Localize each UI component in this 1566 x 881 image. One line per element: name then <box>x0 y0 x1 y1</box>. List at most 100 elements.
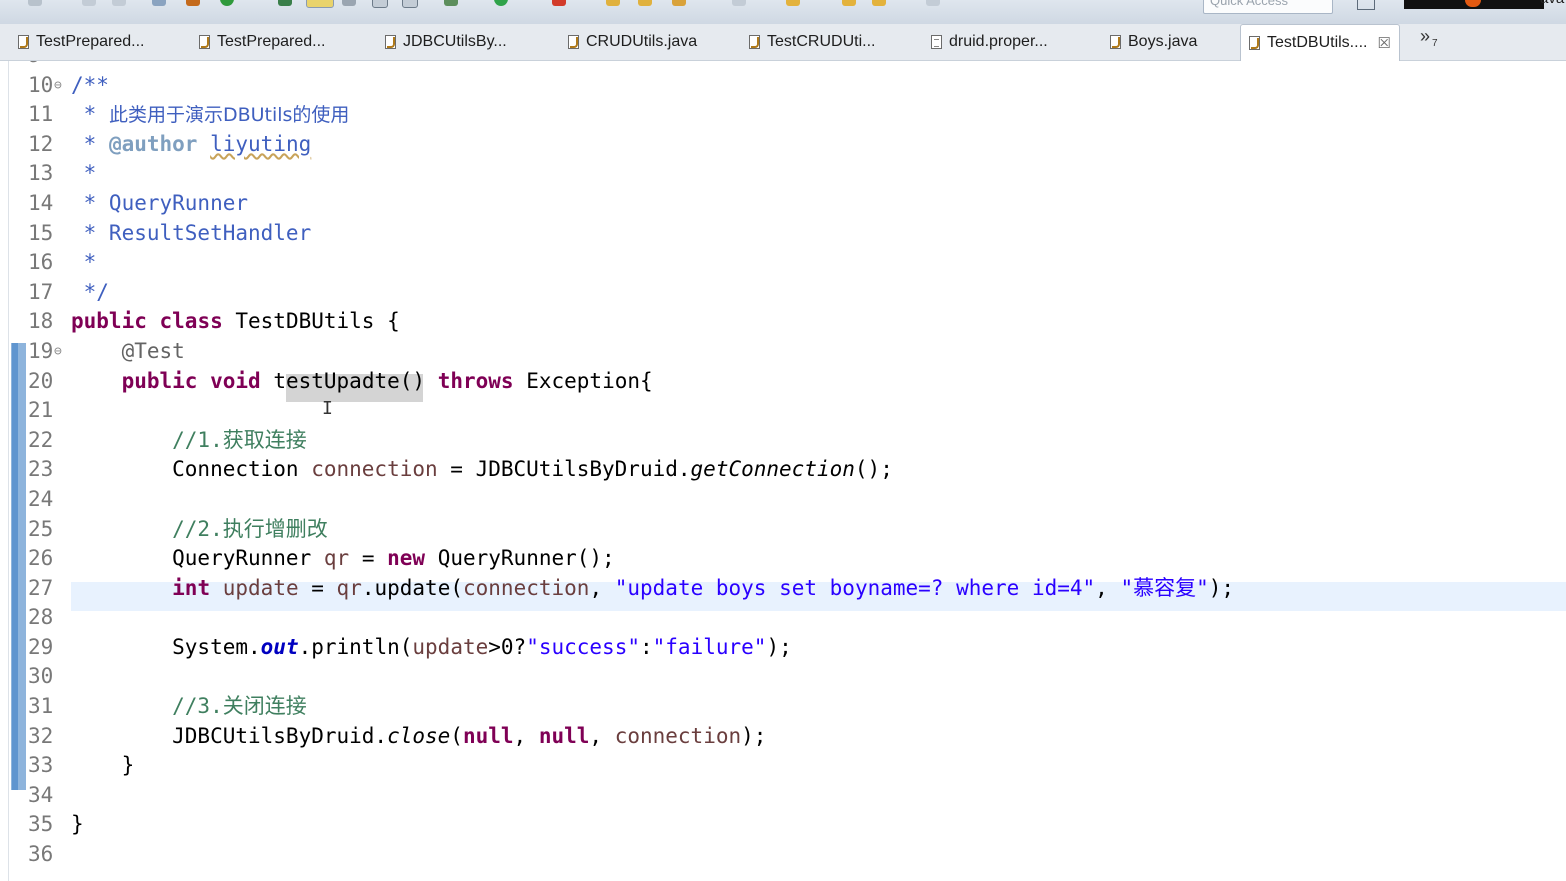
tab-overflow-count: 7 <box>1432 38 1438 49</box>
line-number: 10 ⊖ <box>0 71 68 101</box>
code-line: */ <box>71 279 109 304</box>
forward-icon[interactable] <box>872 0 886 6</box>
java-file-icon <box>199 35 210 49</box>
tool-icon[interactable] <box>342 0 356 6</box>
tab-label: CRUDUtils.java <box>586 33 698 50</box>
tab-testdbutils[interactable]: TestDBUtils.... ☒ <box>1240 24 1400 61</box>
open-folder-icon[interactable] <box>606 0 620 6</box>
save-icon[interactable] <box>82 0 96 6</box>
line-number: 34 <box>28 782 54 807</box>
java-file-icon <box>1249 36 1260 50</box>
tab-testcrudutils[interactable]: TestCRUDUti... <box>749 24 875 60</box>
tab-testprepared-1[interactable]: TestPrepared... <box>18 24 145 60</box>
code-editor[interactable]: 9 10⊖ 11 12 13 14 15 16 17 18 19⊖ 20 21 … <box>0 61 1566 881</box>
tab-boys[interactable]: Boys.java <box>1110 24 1197 60</box>
code-area[interactable]: /** * 此类用于演示DBUtils的使用 * @author liyutin… <box>71 61 1561 870</box>
editor-tab-bar: TestPrepared... TestPrepared... JDBCUtil… <box>0 24 1566 61</box>
line-number: 21 <box>28 398 54 423</box>
line-number: 26 <box>28 546 54 571</box>
next-annotation-icon[interactable] <box>786 0 800 6</box>
tab-label: TestCRUDUti... <box>767 33 876 50</box>
java-file-icon <box>568 35 579 49</box>
tab-overflow-chevron-icon[interactable]: » <box>1420 26 1430 47</box>
tab-crudutils[interactable]: CRUDUtils.java <box>568 24 697 60</box>
save-all-icon[interactable] <box>112 0 126 6</box>
line-number: 25 <box>28 516 54 541</box>
build-icon[interactable] <box>186 0 200 6</box>
nav-icon[interactable] <box>926 0 940 6</box>
code-line: public void testUpadte() throws Exceptio… <box>121 368 653 393</box>
code-line: * QueryRunner <box>71 190 249 215</box>
line-number: 28 <box>28 605 54 630</box>
close-tab-icon[interactable]: ☒ <box>1377 34 1390 52</box>
annotation-icon[interactable] <box>732 0 746 6</box>
code-line: //2.执行增删改 <box>71 516 328 541</box>
open-perspective-icon[interactable] <box>1357 0 1375 10</box>
code-line: @Test <box>71 338 185 363</box>
line-number: 20 <box>28 368 54 393</box>
java-file-icon <box>1110 35 1121 49</box>
java-file-icon <box>18 35 29 49</box>
fold-collapse-icon[interactable]: ⊖ <box>54 71 62 101</box>
fold-collapse-icon[interactable]: ⊖ <box>54 337 62 367</box>
line-number: 12 <box>28 131 54 156</box>
java-file-icon <box>385 35 396 49</box>
new-icon[interactable] <box>28 0 42 6</box>
code-line: * 此类用于演示DBUtils的使用 <box>71 102 350 127</box>
line-number: 27 <box>28 575 54 600</box>
tab-jdbcutilsbydruid[interactable]: JDBCUtilsBy... <box>385 24 507 60</box>
code-line: int update = qr.update(connection, "upda… <box>172 575 1235 600</box>
layout-icon[interactable] <box>402 0 418 8</box>
run-icon[interactable] <box>494 0 508 6</box>
code-line: JDBCUtilsByDruid.close(null, null, conne… <box>71 723 767 748</box>
line-number: 24 <box>28 486 54 511</box>
line-number: 36 <box>28 842 54 867</box>
line-number: 11 <box>28 102 54 127</box>
line-number: 19 ⊖ <box>0 337 68 367</box>
line-number: 17 <box>28 279 54 304</box>
refresh-icon[interactable] <box>220 0 234 6</box>
tab-label: druid.proper... <box>949 33 1048 50</box>
line-number: 23 <box>28 457 54 482</box>
tab-druid-properties[interactable]: druid.proper... <box>931 24 1048 60</box>
code-line: * <box>71 161 97 186</box>
brush-icon[interactable] <box>672 0 686 6</box>
line-number: 14 <box>28 190 54 215</box>
console-icon[interactable] <box>372 0 388 8</box>
code-line: } <box>71 753 135 778</box>
spelling-warning: liyuting <box>210 131 312 156</box>
code-line: //1.获取连接 <box>71 427 307 452</box>
back-icon[interactable] <box>842 0 856 6</box>
code-line: Connection connection = JDBCUtilsByDruid… <box>71 457 893 482</box>
quick-access-input[interactable]: Quick Access <box>1203 0 1333 14</box>
line-number: 29 <box>28 634 54 659</box>
java-file-icon <box>749 35 760 49</box>
code-line: /** <box>71 72 109 97</box>
highlight-icon[interactable] <box>306 0 334 8</box>
pin-icon[interactable] <box>278 0 292 6</box>
tab-testprepared-2[interactable]: TestPrepared... <box>199 24 326 60</box>
main-toolbar: Quick Access ava <box>0 0 1566 24</box>
code-line: System.out.println(update>0?"success":"f… <box>71 634 792 659</box>
line-number: 35 <box>28 812 54 837</box>
line-number: 16 <box>28 250 54 275</box>
open-folder-2-icon[interactable] <box>638 0 652 6</box>
line-number: 9 <box>0 61 68 71</box>
java-perspective-label: ava <box>1540 0 1564 7</box>
code-line: QueryRunner qr = new QueryRunner(); <box>71 546 615 571</box>
code-line: * @author liyuting <box>71 131 312 156</box>
tab-label: JDBCUtilsBy... <box>403 33 507 50</box>
code-line: * <box>71 250 97 275</box>
external-tools-icon[interactable] <box>552 0 566 6</box>
code-line: public class TestDBUtils { <box>71 309 400 334</box>
text-cursor-icon: I <box>322 398 333 419</box>
code-line: * ResultSetHandler <box>71 220 312 245</box>
debug-icon[interactable] <box>444 0 458 6</box>
code-line: //3.关闭连接 <box>71 694 307 719</box>
search-icon[interactable] <box>152 0 166 6</box>
